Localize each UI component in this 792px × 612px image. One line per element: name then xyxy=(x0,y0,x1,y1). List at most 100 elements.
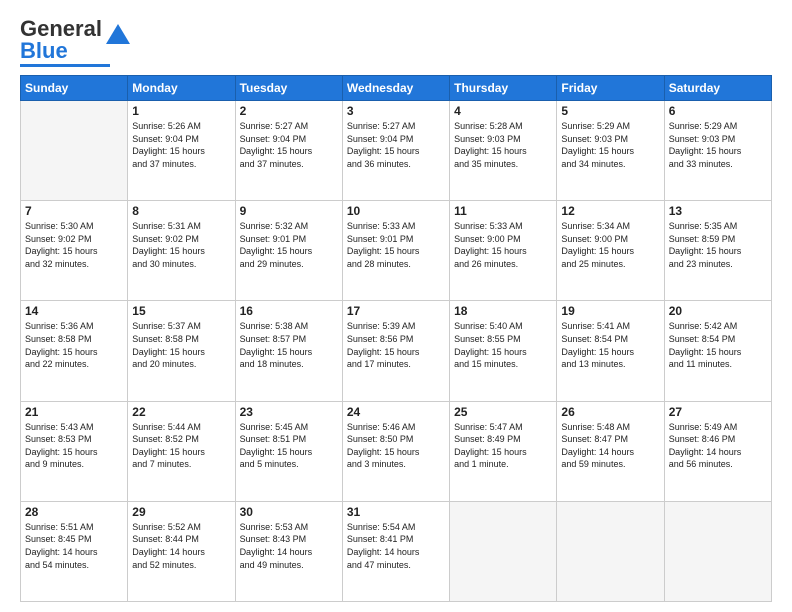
day-number: 17 xyxy=(347,304,445,318)
calendar-table: SundayMondayTuesdayWednesdayThursdayFrid… xyxy=(20,75,772,602)
calendar-cell: 21 Sunrise: 5:43 AM Sunset: 8:53 PM Dayli… xyxy=(21,401,128,501)
day-number: 12 xyxy=(561,204,659,218)
day-number: 29 xyxy=(132,505,230,519)
calendar-cell: 23 Sunrise: 5:45 AM Sunset: 8:51 PM Dayli… xyxy=(235,401,342,501)
day-info: Sunrise: 5:42 AM Sunset: 8:54 PM Dayligh… xyxy=(669,320,767,370)
calendar-cell: 13Sunrise: 5:35 AM Sunset: 8:59 PM Dayli… xyxy=(664,201,771,301)
col-header-saturday: Saturday xyxy=(664,76,771,101)
logo-text: General Blue xyxy=(20,18,102,62)
calendar-cell: 11Sunrise: 5:33 AM Sunset: 9:00 PM Dayli… xyxy=(450,201,557,301)
day-number: 21 xyxy=(25,405,123,419)
day-number: 2 xyxy=(240,104,338,118)
day-number: 19 xyxy=(561,304,659,318)
day-number: 25 xyxy=(454,405,552,419)
day-number: 14 xyxy=(25,304,123,318)
calendar-cell: 3 Sunrise: 5:27 AM Sunset: 9:04 PM Daylig… xyxy=(342,101,449,201)
day-number: 9 xyxy=(240,204,338,218)
calendar-cell: 14 Sunrise: 5:36 AM Sunset: 8:58 PM Dayli… xyxy=(21,301,128,401)
day-info: Sunrise: 5:37 AM Sunset: 8:58 PM Dayligh… xyxy=(132,320,230,370)
day-info: Sunrise: 5:27 AM Sunset: 9:04 PM Dayligh… xyxy=(240,120,338,170)
calendar-week-4: 21 Sunrise: 5:43 AM Sunset: 8:53 PM Dayli… xyxy=(21,401,772,501)
day-info: Sunrise: 5:39 AM Sunset: 8:56 PM Dayligh… xyxy=(347,320,445,370)
calendar-cell: 7Sunrise: 5:30 AM Sunset: 9:02 PM Daylig… xyxy=(21,201,128,301)
day-number: 27 xyxy=(669,405,767,419)
day-info: Sunrise: 5:44 AM Sunset: 8:52 PM Dayligh… xyxy=(132,421,230,471)
day-info: Sunrise: 5:45 AM Sunset: 8:51 PM Dayligh… xyxy=(240,421,338,471)
calendar-cell: 10 Sunrise: 5:33 AM Sunset: 9:01 PM Dayli… xyxy=(342,201,449,301)
day-info: Sunrise: 5:34 AM Sunset: 9:00 PM Dayligh… xyxy=(561,220,659,270)
day-info: Sunrise: 5:54 AM Sunset: 8:41 PM Dayligh… xyxy=(347,521,445,571)
calendar-cell xyxy=(450,501,557,601)
calendar-cell: 15 Sunrise: 5:37 AM Sunset: 8:58 PM Dayli… xyxy=(128,301,235,401)
day-info: Sunrise: 5:33 AM Sunset: 9:01 PM Dayligh… xyxy=(347,220,445,270)
calendar-cell: 25 Sunrise: 5:47 AM Sunset: 8:49 PM Dayli… xyxy=(450,401,557,501)
day-info: Sunrise: 5:29 AM Sunset: 9:03 PM Dayligh… xyxy=(669,120,767,170)
calendar-cell: 18 Sunrise: 5:40 AM Sunset: 8:55 PM Dayli… xyxy=(450,301,557,401)
day-number: 3 xyxy=(347,104,445,118)
day-number: 10 xyxy=(347,204,445,218)
col-header-friday: Friday xyxy=(557,76,664,101)
calendar-cell: 30Sunrise: 5:53 AM Sunset: 8:43 PM Dayli… xyxy=(235,501,342,601)
col-header-sunday: Sunday xyxy=(21,76,128,101)
day-info: Sunrise: 5:47 AM Sunset: 8:49 PM Dayligh… xyxy=(454,421,552,471)
calendar-cell xyxy=(664,501,771,601)
calendar-cell: 29 Sunrise: 5:52 AM Sunset: 8:44 PM Dayli… xyxy=(128,501,235,601)
calendar-cell: 16 Sunrise: 5:38 AM Sunset: 8:57 PM Dayli… xyxy=(235,301,342,401)
col-header-tuesday: Tuesday xyxy=(235,76,342,101)
calendar-cell: 9 Sunrise: 5:32 AM Sunset: 9:01 PM Daylig… xyxy=(235,201,342,301)
calendar-week-3: 14 Sunrise: 5:36 AM Sunset: 8:58 PM Dayli… xyxy=(21,301,772,401)
logo: General Blue xyxy=(20,18,132,67)
day-info: Sunrise: 5:38 AM Sunset: 8:57 PM Dayligh… xyxy=(240,320,338,370)
calendar-header-row: SundayMondayTuesdayWednesdayThursdayFrid… xyxy=(21,76,772,101)
day-info: Sunrise: 5:49 AM Sunset: 8:46 PM Dayligh… xyxy=(669,421,767,471)
day-number: 31 xyxy=(347,505,445,519)
day-number: 26 xyxy=(561,405,659,419)
col-header-thursday: Thursday xyxy=(450,76,557,101)
calendar-cell: 12 Sunrise: 5:34 AM Sunset: 9:00 PM Dayli… xyxy=(557,201,664,301)
calendar-cell: 26Sunrise: 5:48 AM Sunset: 8:47 PM Dayli… xyxy=(557,401,664,501)
calendar-cell: 24Sunrise: 5:46 AM Sunset: 8:50 PM Dayli… xyxy=(342,401,449,501)
day-info: Sunrise: 5:30 AM Sunset: 9:02 PM Dayligh… xyxy=(25,220,123,270)
calendar-cell: 19 Sunrise: 5:41 AM Sunset: 8:54 PM Dayli… xyxy=(557,301,664,401)
day-number: 30 xyxy=(240,505,338,519)
day-info: Sunrise: 5:26 AM Sunset: 9:04 PM Dayligh… xyxy=(132,120,230,170)
day-info: Sunrise: 5:43 AM Sunset: 8:53 PM Dayligh… xyxy=(25,421,123,471)
day-info: Sunrise: 5:32 AM Sunset: 9:01 PM Dayligh… xyxy=(240,220,338,270)
day-number: 11 xyxy=(454,204,552,218)
calendar-cell xyxy=(21,101,128,201)
day-number: 20 xyxy=(669,304,767,318)
calendar-cell: 20 Sunrise: 5:42 AM Sunset: 8:54 PM Dayli… xyxy=(664,301,771,401)
logo-blue: Blue xyxy=(20,38,68,63)
day-number: 23 xyxy=(240,405,338,419)
calendar-cell: 2 Sunrise: 5:27 AM Sunset: 9:04 PM Daylig… xyxy=(235,101,342,201)
calendar-cell: 6 Sunrise: 5:29 AM Sunset: 9:03 PM Daylig… xyxy=(664,101,771,201)
calendar-week-1: 1Sunrise: 5:26 AM Sunset: 9:04 PM Daylig… xyxy=(21,101,772,201)
header: General Blue xyxy=(20,18,772,67)
day-number: 28 xyxy=(25,505,123,519)
day-number: 16 xyxy=(240,304,338,318)
day-info: Sunrise: 5:41 AM Sunset: 8:54 PM Dayligh… xyxy=(561,320,659,370)
day-info: Sunrise: 5:40 AM Sunset: 8:55 PM Dayligh… xyxy=(454,320,552,370)
logo-underline xyxy=(20,64,110,67)
day-number: 18 xyxy=(454,304,552,318)
day-number: 6 xyxy=(669,104,767,118)
day-info: Sunrise: 5:51 AM Sunset: 8:45 PM Dayligh… xyxy=(25,521,123,571)
day-info: Sunrise: 5:31 AM Sunset: 9:02 PM Dayligh… xyxy=(132,220,230,270)
calendar-cell: 8 Sunrise: 5:31 AM Sunset: 9:02 PM Daylig… xyxy=(128,201,235,301)
calendar-cell: 17 Sunrise: 5:39 AM Sunset: 8:56 PM Dayli… xyxy=(342,301,449,401)
calendar-cell: 22Sunrise: 5:44 AM Sunset: 8:52 PM Dayli… xyxy=(128,401,235,501)
calendar-cell: 1Sunrise: 5:26 AM Sunset: 9:04 PM Daylig… xyxy=(128,101,235,201)
day-info: Sunrise: 5:52 AM Sunset: 8:44 PM Dayligh… xyxy=(132,521,230,571)
logo-icon xyxy=(104,22,132,50)
day-info: Sunrise: 5:46 AM Sunset: 8:50 PM Dayligh… xyxy=(347,421,445,471)
day-number: 15 xyxy=(132,304,230,318)
day-number: 8 xyxy=(132,204,230,218)
calendar-cell: 28 Sunrise: 5:51 AM Sunset: 8:45 PM Dayli… xyxy=(21,501,128,601)
day-info: Sunrise: 5:35 AM Sunset: 8:59 PM Dayligh… xyxy=(669,220,767,270)
page: General Blue SundayMondayTuesdayWednesda… xyxy=(0,0,792,612)
calendar-cell: 4Sunrise: 5:28 AM Sunset: 9:03 PM Daylig… xyxy=(450,101,557,201)
day-info: Sunrise: 5:36 AM Sunset: 8:58 PM Dayligh… xyxy=(25,320,123,370)
calendar-week-2: 7Sunrise: 5:30 AM Sunset: 9:02 PM Daylig… xyxy=(21,201,772,301)
calendar-cell: 31 Sunrise: 5:54 AM Sunset: 8:41 PM Dayli… xyxy=(342,501,449,601)
day-info: Sunrise: 5:27 AM Sunset: 9:04 PM Dayligh… xyxy=(347,120,445,170)
